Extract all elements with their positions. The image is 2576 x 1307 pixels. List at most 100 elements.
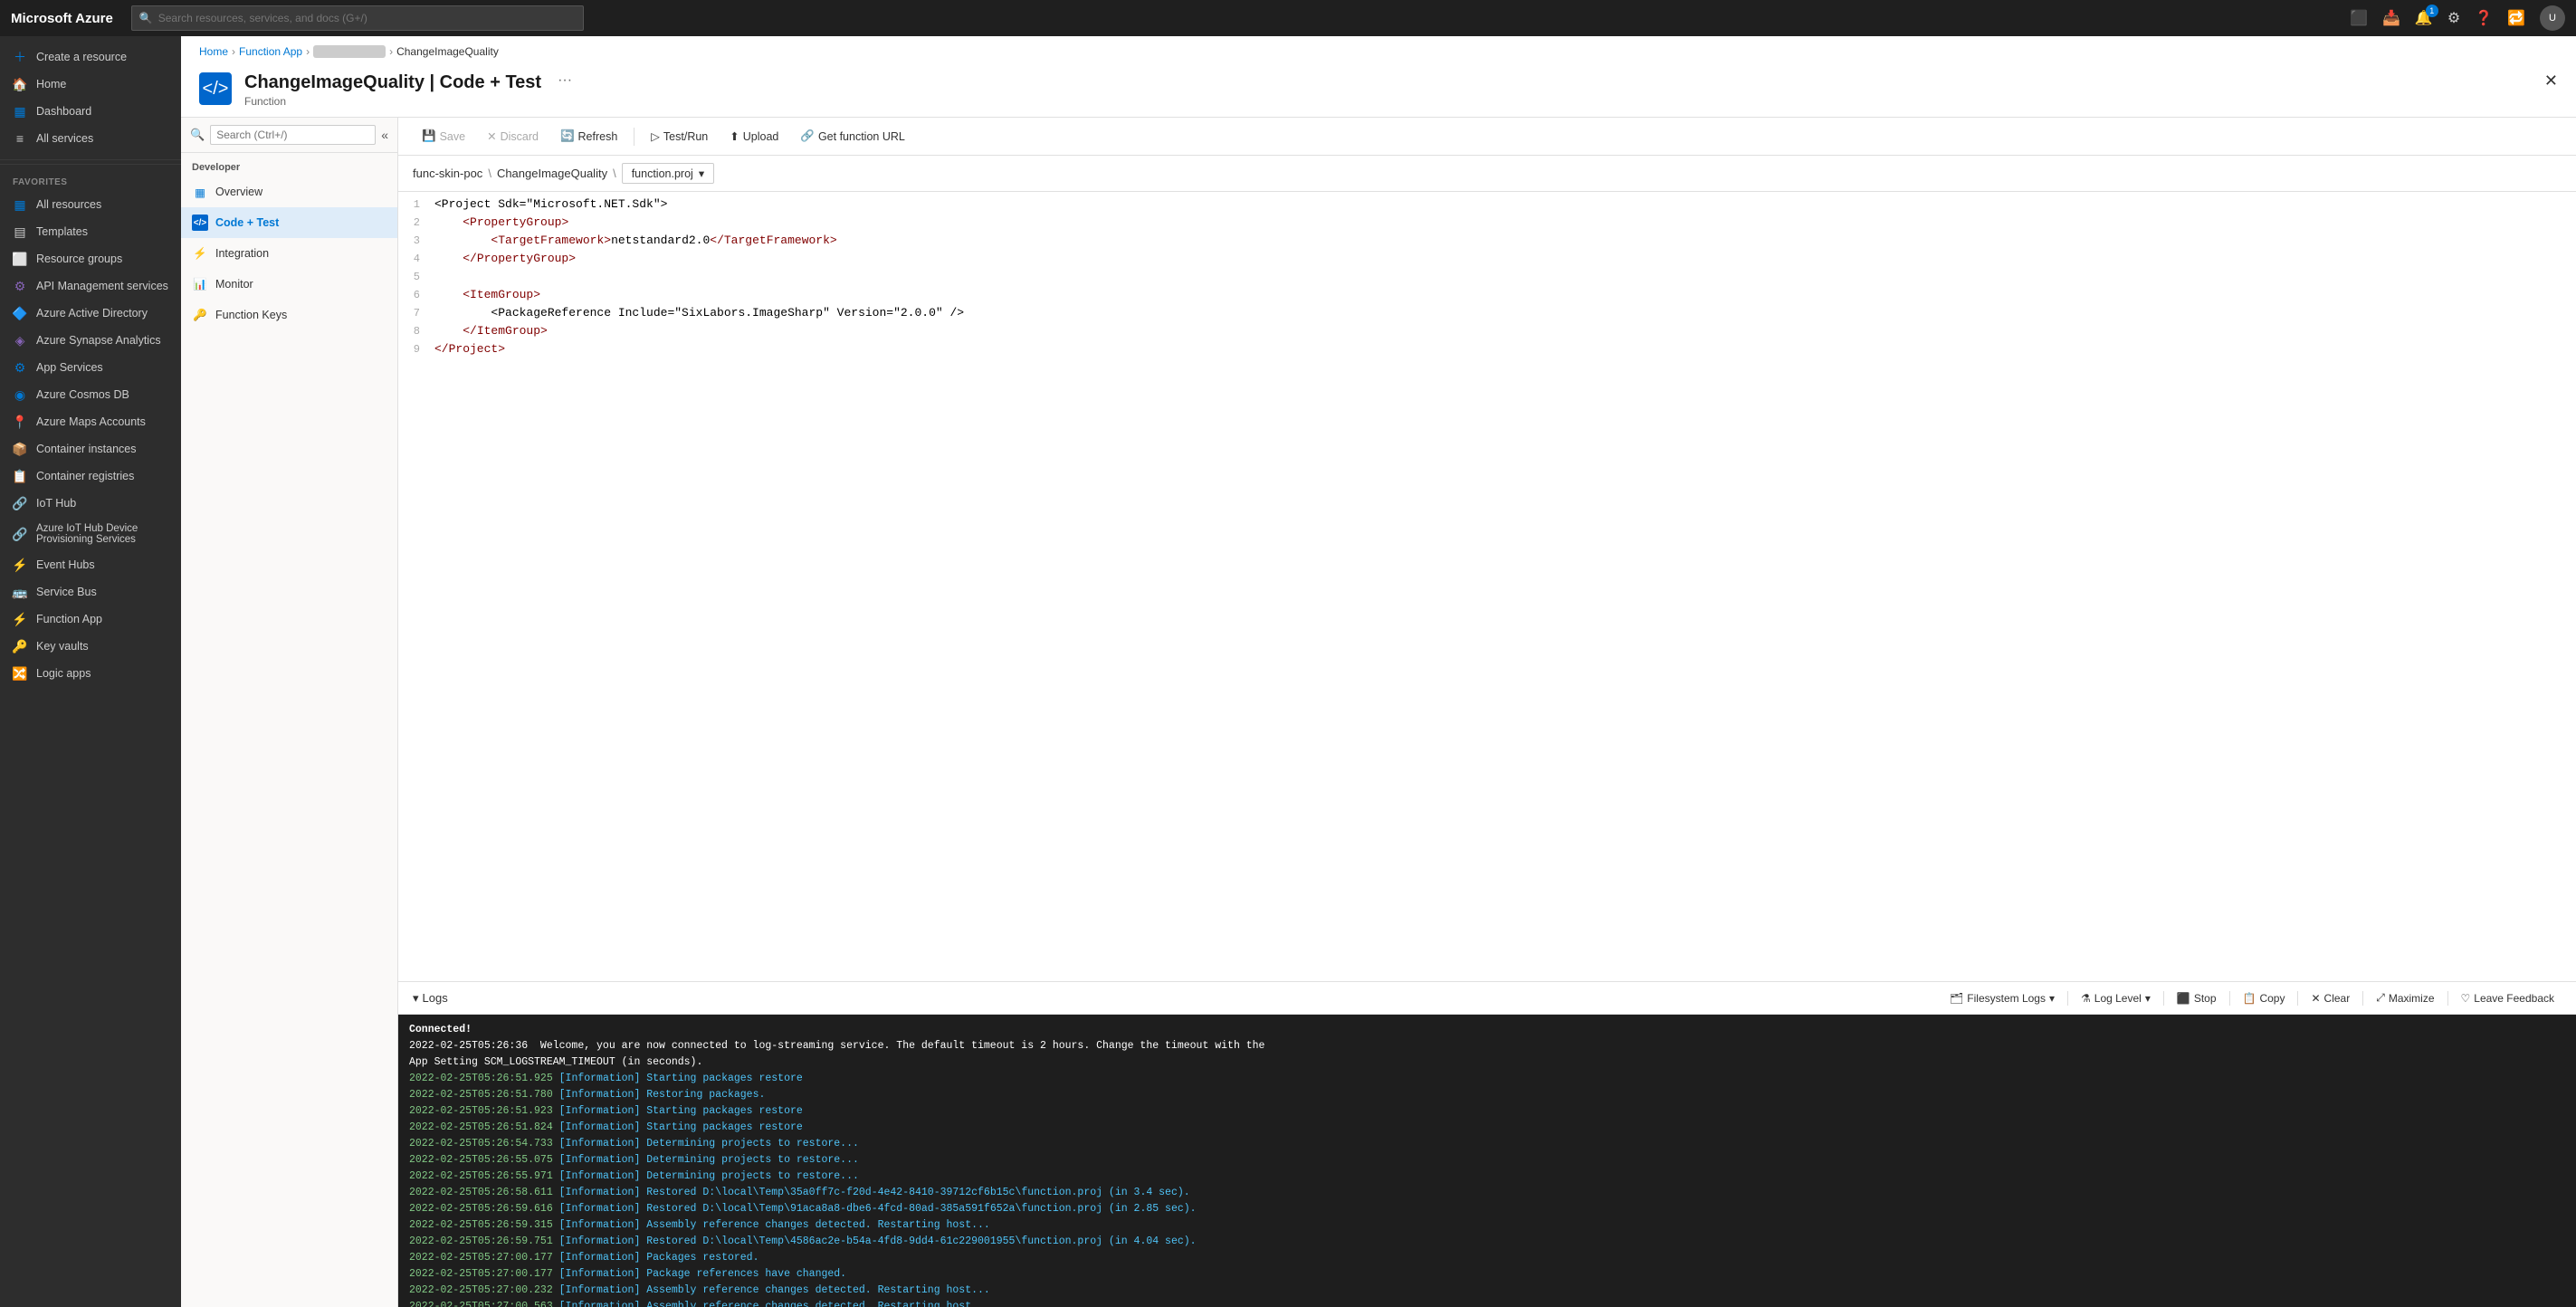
sidebar-item-maps-accounts[interactable]: 📍 Azure Maps Accounts xyxy=(0,408,181,435)
sidebar-label-resource-groups: Resource groups xyxy=(36,253,122,265)
breadcrumb-function-app[interactable]: Function App xyxy=(239,45,302,58)
sidebar-item-function-app[interactable]: ⚡ Function App xyxy=(0,606,181,633)
sidebar-item-cosmos-db[interactable]: ◉ Azure Cosmos DB xyxy=(0,381,181,408)
more-options-button[interactable]: ··· xyxy=(558,72,572,89)
nav-item-code-test[interactable]: </> Code + Test xyxy=(181,207,397,238)
file-dropdown-label: function.proj xyxy=(632,167,693,180)
nav-item-overview[interactable]: ▦ Overview xyxy=(181,176,397,207)
sidebar-item-service-bus[interactable]: 🚌 Service Bus xyxy=(0,578,181,606)
sidebar: ＋ Create a resource 🏠 Home ▦ Dashboard ≡… xyxy=(0,36,181,1307)
log-line: App Setting SCM_LOGSTREAM_TIMEOUT (in se… xyxy=(409,1054,2565,1071)
copy-button[interactable]: 📋 Copy xyxy=(2236,988,2293,1008)
notifications-icon[interactable]: 🔔 1 xyxy=(2415,9,2433,27)
sidebar-item-home[interactable]: 🏠 Home xyxy=(0,71,181,98)
maximize-button[interactable]: ⤢ Maximize xyxy=(2369,987,2441,1008)
sidebar-label-event-hubs: Event Hubs xyxy=(36,558,95,571)
line-content xyxy=(431,268,2576,286)
sidebar-item-all-services[interactable]: ≡ All services xyxy=(0,125,181,152)
search-input[interactable] xyxy=(158,12,576,24)
nav-item-integration[interactable]: ⚡ Integration xyxy=(181,238,397,269)
collapse-panel-button[interactable]: « xyxy=(381,128,388,142)
page-header: </> ChangeImageQuality | Code + Test Fun… xyxy=(181,67,2576,118)
sidebar-label-synapse: Azure Synapse Analytics xyxy=(36,334,161,347)
path-part-2: ChangeImageQuality xyxy=(497,167,607,180)
settings-icon[interactable]: ⚙ xyxy=(2447,9,2460,27)
test-run-button[interactable]: ▷ Test/Run xyxy=(642,125,717,148)
sidebar-divider xyxy=(0,164,181,165)
help-icon[interactable]: ❓ xyxy=(2475,9,2493,27)
sidebar-item-logic-apps[interactable]: 🔀 Logic apps xyxy=(0,660,181,687)
sidebar-label-cosmos-db: Azure Cosmos DB xyxy=(36,388,129,401)
sidebar-item-resource-groups[interactable]: ⬜ Resource groups xyxy=(0,245,181,272)
logs-toggle-button[interactable]: ▾ Logs xyxy=(413,991,448,1006)
log-line: 2022-02-25T05:26:55.075 [Information] De… xyxy=(409,1152,2565,1169)
sidebar-item-event-hubs[interactable]: ⚡ Event Hubs xyxy=(0,551,181,578)
global-search-bar[interactable]: 🔍 xyxy=(131,5,584,31)
nav-label-integration: Integration xyxy=(215,247,269,260)
nav-item-monitor[interactable]: 📊 Monitor xyxy=(181,269,397,300)
sidebar-item-api-management[interactable]: ⚙ API Management services xyxy=(0,272,181,300)
synapse-icon: ◈ xyxy=(13,333,27,348)
refresh-button[interactable]: 🔄 Refresh xyxy=(551,125,626,148)
left-search-input[interactable] xyxy=(210,125,376,145)
feedback-icon[interactable]: 📥 xyxy=(2382,9,2400,27)
log-sep-3 xyxy=(2229,991,2230,1006)
leave-feedback-button[interactable]: ♡ Leave Feedback xyxy=(2454,988,2562,1008)
filesystem-logs-button[interactable]: 🗂 Filesystem Logs ▾ xyxy=(1942,988,2062,1008)
sidebar-item-dashboard[interactable]: ▦ Dashboard xyxy=(0,98,181,125)
logs-panel: ▾ Logs 🗂 Filesystem Logs ▾ ⚗ xyxy=(398,981,2576,1307)
top-nav: Microsoft Azure 🔍 ⬛ 📥 🔔 1 ⚙ ❓ 🔁 U xyxy=(0,0,2576,36)
code-test-icon: </> xyxy=(192,215,208,231)
sidebar-item-app-services[interactable]: ⚙ App Services xyxy=(0,354,181,381)
sidebar-item-create-resource[interactable]: ＋ Create a resource xyxy=(0,43,181,71)
nav-label-monitor: Monitor xyxy=(215,278,253,291)
logs-content[interactable]: Connected!2022-02-25T05:26:36 Welcome, y… xyxy=(398,1015,2576,1307)
discard-button[interactable]: ✕ Discard xyxy=(478,125,548,148)
sidebar-item-iot-dps[interactable]: 🔗 Azure IoT Hub Device Provisioning Serv… xyxy=(0,517,181,551)
user-feedback-icon[interactable]: 🔁 xyxy=(2507,9,2525,27)
function-icon: </> xyxy=(199,72,232,105)
plus-icon: ＋ xyxy=(13,50,27,64)
sidebar-item-container-registries[interactable]: 📋 Container registries xyxy=(0,463,181,490)
log-line: 2022-02-25T05:26:59.751 [Information] Re… xyxy=(409,1234,2565,1250)
chevron-down-icon-logs: ▾ xyxy=(413,991,419,1006)
log-line: 2022-02-25T05:26:58.611 [Information] Re… xyxy=(409,1185,2565,1201)
cloud-shell-icon[interactable]: ⬛ xyxy=(2350,9,2368,27)
code-editor[interactable]: 1<Project Sdk="Microsoft.NET.Sdk">2 <Pro… xyxy=(398,192,2576,981)
breadcrumb-sep-2: › xyxy=(306,45,310,58)
sidebar-label-azure-ad: Azure Active Directory xyxy=(36,307,148,320)
logic-apps-icon: 🔀 xyxy=(13,666,27,681)
log-level-button[interactable]: ⚗ Log Level ▾ xyxy=(2074,988,2158,1008)
close-button[interactable]: ✕ xyxy=(2544,72,2558,89)
user-avatar[interactable]: U xyxy=(2540,5,2565,31)
save-button[interactable]: 💾 Save xyxy=(413,125,474,148)
home-icon: 🏠 xyxy=(13,77,27,91)
line-number: 1 xyxy=(398,196,431,214)
sidebar-item-azure-ad[interactable]: 🔷 Azure Active Directory xyxy=(0,300,181,327)
breadcrumb-home[interactable]: Home xyxy=(199,45,228,58)
cosmos-db-icon: ◉ xyxy=(13,387,27,402)
sidebar-item-synapse[interactable]: ◈ Azure Synapse Analytics xyxy=(0,327,181,354)
get-function-url-button[interactable]: 🔗 Get function URL xyxy=(791,125,913,148)
clear-icon: ✕ xyxy=(2311,992,2320,1005)
sidebar-item-container-instances[interactable]: 📦 Container instances xyxy=(0,435,181,463)
sidebar-item-all-resources[interactable]: ▦ All resources xyxy=(0,191,181,218)
stop-button[interactable]: ⬛ Stop xyxy=(2170,988,2224,1008)
clear-button[interactable]: ✕ Clear xyxy=(2304,988,2357,1008)
sidebar-label-templates: Templates xyxy=(36,225,88,238)
log-line: 2022-02-25T05:27:00.177 [Information] Pa… xyxy=(409,1250,2565,1266)
sidebar-item-iot-hub[interactable]: 🔗 IoT Hub xyxy=(0,490,181,517)
upload-button[interactable]: ⬆ Upload xyxy=(720,125,787,148)
breadcrumb-current: ChangeImageQuality xyxy=(396,45,499,58)
sidebar-item-key-vaults[interactable]: 🔑 Key vaults xyxy=(0,633,181,660)
path-bar: func-skin-poc \ ChangeImageQuality \ fun… xyxy=(398,156,2576,192)
save-icon: 💾 xyxy=(422,129,436,143)
api-management-icon: ⚙ xyxy=(13,279,27,293)
file-dropdown[interactable]: function.proj ▾ xyxy=(622,163,714,184)
toolbar: 💾 Save ✕ Discard 🔄 Refresh ▷ Test/Run xyxy=(398,118,2576,156)
log-sep-6 xyxy=(2447,991,2448,1006)
nav-label-overview: Overview xyxy=(215,186,262,198)
sidebar-top: ＋ Create a resource 🏠 Home ▦ Dashboard ≡… xyxy=(0,36,181,160)
nav-item-function-keys[interactable]: 🔑 Function Keys xyxy=(181,300,397,330)
sidebar-item-templates[interactable]: ▤ Templates xyxy=(0,218,181,245)
